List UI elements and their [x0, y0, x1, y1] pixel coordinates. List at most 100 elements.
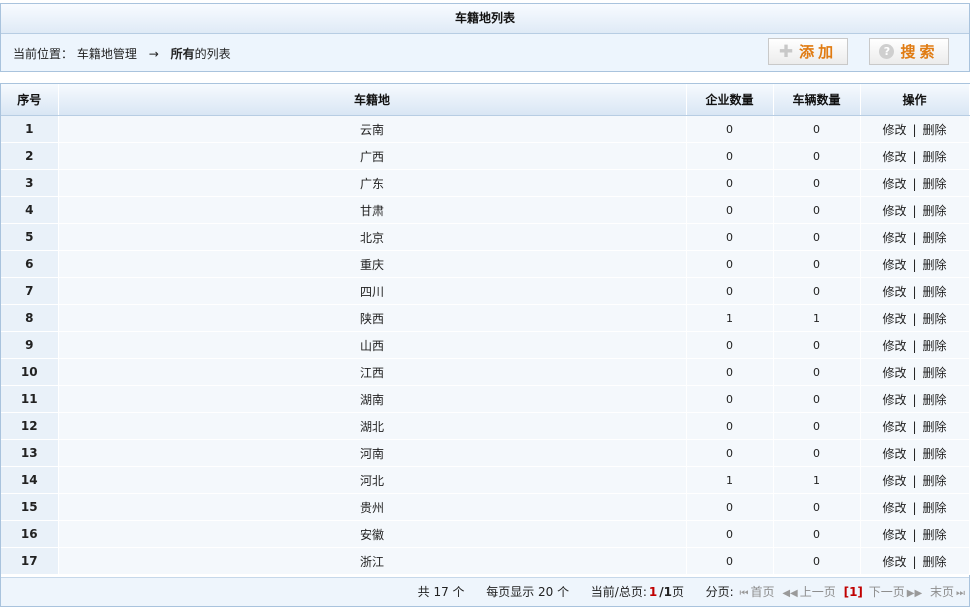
table-body: 1 云南 0 0 修改 | 删除 2 广西 0 0 修改 | 删除 3 广东 0 0 修改 | 删除 4 甘肃 0 0 修改 | 删除…: [1, 115, 970, 575]
edit-link[interactable]: 修改: [882, 393, 906, 407]
action-separator: |: [912, 527, 917, 542]
edit-link[interactable]: 修改: [882, 204, 906, 218]
question-icon: ?: [879, 44, 895, 59]
edit-link[interactable]: 修改: [882, 312, 906, 326]
delete-link[interactable]: 删除: [923, 420, 947, 434]
edit-link[interactable]: 修改: [882, 420, 906, 434]
row-region: 四川: [58, 277, 687, 305]
pager-per-page: 每页显示 20 个: [486, 585, 570, 599]
row-companies: 0: [686, 331, 774, 359]
edit-link[interactable]: 修改: [882, 528, 906, 542]
delete-link[interactable]: 删除: [923, 447, 947, 461]
row-companies: 0: [686, 115, 774, 143]
delete-link[interactable]: 删除: [923, 204, 947, 218]
pager-last-label: 末页: [929, 585, 954, 599]
edit-link[interactable]: 修改: [882, 366, 906, 380]
table-row: 16 安徽 0 0 修改 | 删除: [1, 520, 970, 548]
pagination-bar: 共 17 个 每页显示 20 个 当前/总页: 1/1页 分页: ⏮ 首页 ◀◀ 上一…: [1, 577, 969, 606]
row-region: 浙江: [58, 547, 687, 575]
delete-link[interactable]: 删除: [923, 555, 947, 569]
row-region: 云南: [58, 115, 687, 143]
table-row: 7 四川 0 0 修改 | 删除: [1, 277, 970, 305]
edit-link[interactable]: 修改: [882, 447, 906, 461]
edit-link[interactable]: 修改: [882, 258, 906, 272]
row-number: 9: [1, 331, 59, 359]
edit-link[interactable]: 修改: [882, 150, 906, 164]
row-actions: 修改 | 删除: [860, 493, 970, 521]
delete-link[interactable]: 删除: [923, 312, 947, 326]
delete-link[interactable]: 删除: [923, 474, 947, 488]
delete-link[interactable]: 删除: [923, 258, 947, 272]
row-region: 江西: [58, 358, 687, 386]
row-actions: 修改 | 删除: [860, 250, 970, 278]
row-companies: 0: [686, 142, 774, 170]
column-header-region: 车籍地: [58, 84, 687, 116]
action-separator: |: [912, 230, 917, 245]
pager-current-page: 1: [648, 585, 658, 599]
delete-link[interactable]: 删除: [923, 528, 947, 542]
row-companies: 0: [686, 223, 774, 251]
row-number: 14: [1, 466, 59, 494]
breadcrumb-arrow: →: [148, 47, 159, 61]
delete-link[interactable]: 删除: [923, 150, 947, 164]
edit-link[interactable]: 修改: [882, 177, 906, 191]
pager-last-link[interactable]: 末页 ⏭: [930, 585, 967, 599]
row-number: 3: [1, 169, 59, 197]
delete-link[interactable]: 删除: [923, 285, 947, 299]
row-actions: 修改 | 删除: [860, 439, 970, 467]
row-number: 13: [1, 439, 59, 467]
row-companies: 1: [686, 304, 774, 332]
row-number: 16: [1, 520, 59, 548]
row-region: 北京: [58, 223, 687, 251]
delete-link[interactable]: 删除: [923, 393, 947, 407]
table-row: 6 重庆 0 0 修改 | 删除: [1, 250, 970, 278]
breadcrumb-section: 车籍地管理: [76, 47, 137, 61]
edit-link[interactable]: 修改: [882, 474, 906, 488]
table-row: 17 浙江 0 0 修改 | 删除: [1, 547, 970, 575]
action-separator: |: [912, 176, 917, 191]
column-header-vehicles: 车辆数量: [773, 84, 861, 116]
table-row: 9 山西 0 0 修改 | 删除: [1, 331, 970, 359]
row-region: 河北: [58, 466, 687, 494]
pager-first-link[interactable]: ⏮ 首页: [740, 585, 777, 599]
action-separator: |: [912, 554, 917, 569]
delete-link[interactable]: 删除: [923, 366, 947, 380]
action-separator: |: [912, 122, 917, 137]
delete-link[interactable]: 删除: [923, 177, 947, 191]
row-actions: 修改 | 删除: [860, 358, 970, 386]
action-separator: |: [912, 284, 917, 299]
edit-link[interactable]: 修改: [882, 555, 906, 569]
edit-link[interactable]: 修改: [882, 231, 906, 245]
row-companies: 0: [686, 385, 774, 413]
row-region: 广西: [58, 142, 687, 170]
search-button[interactable]: ? 搜索: [869, 38, 949, 65]
edit-link[interactable]: 修改: [882, 501, 906, 515]
add-button[interactable]: ✚ 添加: [768, 38, 848, 65]
table-row: 2 广西 0 0 修改 | 删除: [1, 142, 970, 170]
row-companies: 0: [686, 277, 774, 305]
row-number: 8: [1, 304, 59, 332]
delete-link[interactable]: 删除: [923, 231, 947, 245]
edit-link[interactable]: 修改: [882, 339, 906, 353]
row-actions: 修改 | 删除: [860, 385, 970, 413]
row-region: 山西: [58, 331, 687, 359]
pager-prev-label: 上一页: [799, 585, 836, 599]
row-number: 17: [1, 547, 59, 575]
action-separator: |: [912, 203, 917, 218]
pager-prev-link[interactable]: ◀◀ 上一页: [782, 585, 837, 599]
edit-link[interactable]: 修改: [882, 285, 906, 299]
delete-link[interactable]: 删除: [923, 123, 947, 137]
row-companies: 0: [686, 358, 774, 386]
delete-link[interactable]: 删除: [923, 501, 947, 515]
region-table: 序号 车籍地 企业数量 车辆数量 操作 1 云南 0 0 修改 | 删除 2 广西 0 0 修改 | 删除…: [1, 84, 970, 575]
column-header-no: 序号: [1, 84, 59, 116]
last-page-icon: ⏭: [956, 588, 965, 599]
row-vehicles: 0: [773, 196, 861, 224]
delete-link[interactable]: 删除: [923, 339, 947, 353]
edit-link[interactable]: 修改: [882, 123, 906, 137]
breadcrumb-current-rest: 的列表: [194, 47, 231, 61]
first-page-icon: ⏮: [739, 588, 749, 599]
action-separator: |: [912, 338, 917, 353]
pager-next-link[interactable]: 下一页 ▶▶: [869, 585, 924, 599]
row-vehicles: 0: [773, 385, 861, 413]
